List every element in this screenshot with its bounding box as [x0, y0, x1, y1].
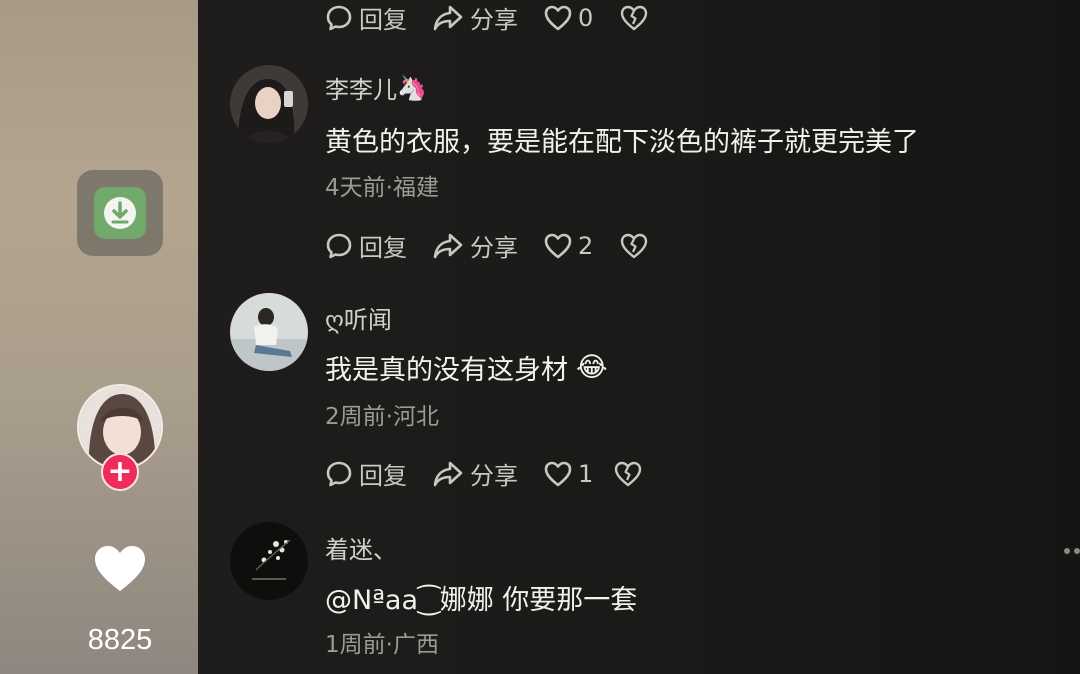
like-button[interactable]	[93, 545, 147, 597]
share-label: 分享	[470, 6, 518, 34]
comment-meta: 4天前·福建	[325, 175, 439, 201]
broken-heart-icon	[620, 233, 648, 258]
share-label: 分享	[470, 234, 518, 262]
comment-like-count: 2	[578, 231, 594, 260]
comment-actions-top: 回复 分享 0	[325, 0, 648, 35]
like-count: 8825	[87, 624, 153, 656]
comment-actions: 回复 分享 1	[325, 456, 642, 491]
broken-heart-icon	[614, 461, 642, 486]
comment-meta: 2周前·河北	[325, 404, 439, 430]
comment-bubble-icon	[326, 5, 352, 30]
reply-label: 回复	[359, 6, 407, 34]
comment-like-button[interactable]: 1	[544, 460, 614, 488]
comment-actions: 回复 分享 2	[325, 228, 648, 263]
comment-meta: 1周前·广西	[325, 632, 439, 658]
comment-like-button[interactable]: 2	[544, 232, 620, 260]
dislike-button[interactable]	[620, 5, 648, 31]
share-arrow-icon	[433, 5, 463, 30]
comment-like-count: 0	[578, 3, 594, 32]
heart-outline-icon	[544, 461, 572, 486]
share-button[interactable]: 分享	[432, 0, 544, 35]
comment-like-button[interactable]: 0	[544, 4, 620, 32]
share-arrow-icon	[433, 233, 463, 258]
comment-bubble-icon	[326, 461, 352, 486]
commenter-avatar[interactable]	[230, 293, 308, 371]
comment-text: 黄色的衣服，要是能在配下淡色的裤子就更完美了	[325, 127, 919, 158]
more-icon[interactable]	[1064, 548, 1080, 554]
heart-outline-icon	[544, 5, 572, 30]
unicorn-emoji: 🦄	[397, 73, 427, 102]
comment-username[interactable]: ღ听闻	[325, 300, 392, 335]
follow-button[interactable]: +	[101, 453, 139, 491]
reply-button[interactable]: 回复	[325, 456, 432, 491]
reply-label: 回复	[359, 462, 407, 490]
commenter-avatar[interactable]	[230, 65, 308, 143]
comment-bubble-icon	[326, 233, 352, 258]
comment-text: 我是真的没有这身材 😂	[325, 352, 608, 386]
heart-icon	[95, 546, 145, 591]
reply-label: 回复	[359, 234, 407, 262]
download-icon	[94, 187, 146, 239]
share-label: 分享	[470, 462, 518, 490]
download-button[interactable]	[77, 170, 163, 256]
broken-heart-icon	[620, 5, 648, 30]
comment-username[interactable]: 着迷、	[325, 530, 397, 565]
plus-icon: +	[107, 454, 133, 489]
dislike-button[interactable]	[620, 233, 648, 259]
comment-username[interactable]: 李李儿 🦄	[325, 70, 427, 105]
share-button[interactable]: 分享	[432, 228, 544, 263]
heart-outline-icon	[544, 233, 572, 258]
reply-button[interactable]: 回复	[325, 0, 432, 35]
commenter-avatar[interactable]	[230, 522, 308, 600]
share-button[interactable]: 分享	[432, 456, 544, 491]
dislike-button[interactable]	[614, 461, 642, 487]
reply-button[interactable]: 回复	[325, 228, 432, 263]
comment-text: @Nªaa⁐娜娜 你要那一套	[325, 585, 638, 616]
share-arrow-icon	[433, 461, 463, 486]
comment-like-count: 1	[578, 459, 594, 488]
laughing-emoji: 😂	[576, 352, 608, 383]
